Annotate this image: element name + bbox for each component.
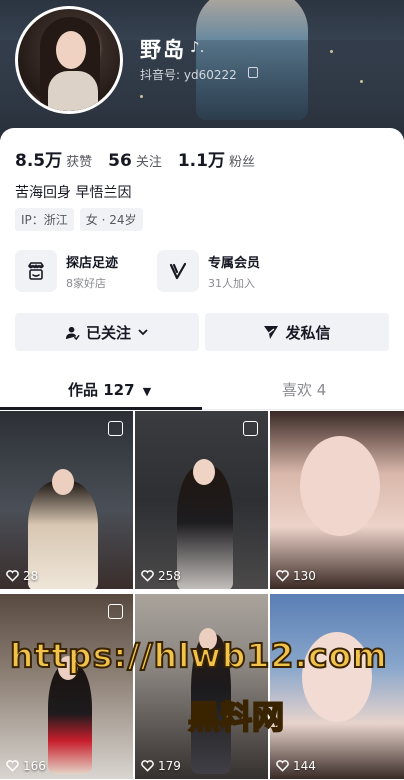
likes-label: 获赞 <box>66 155 93 170</box>
following-label: 关注 <box>135 155 162 170</box>
post-thumbnail[interactable]: 144 <box>270 594 404 779</box>
chevron-down-icon <box>137 326 149 338</box>
post-thumbnail[interactable]: 28 <box>0 411 133 589</box>
post-thumbnail[interactable]: 179 <box>135 594 268 779</box>
pinned-icon <box>108 421 123 436</box>
profile-stats: 8.5万 获赞 56 关注 1.1万 粉丝 <box>15 146 271 171</box>
like-count: 166 <box>6 759 46 773</box>
like-count: 28 <box>6 569 38 583</box>
avatar[interactable] <box>15 6 123 114</box>
nickname-mark: ♪. <box>190 38 205 56</box>
profile-tags: IP：浙江 女 · 24岁 <box>15 208 143 231</box>
pinned-icon <box>243 421 258 436</box>
post-thumbnail[interactable]: 166 <box>0 594 133 779</box>
ip-tag: IP：浙江 <box>15 208 74 231</box>
followers-count[interactable]: 1.1万 <box>178 146 225 171</box>
tab-works[interactable]: 作品 127 ▼ <box>68 379 151 400</box>
post-thumbnail[interactable]: 258 <box>135 411 268 589</box>
heart-icon <box>6 760 19 772</box>
heart-icon <box>141 570 154 582</box>
banner-light <box>140 95 143 98</box>
user-check-icon <box>65 325 80 340</box>
bio: 苦海回身 早悟兰因 <box>15 185 132 201</box>
nickname: 野岛 <box>140 38 186 62</box>
followed-button[interactable]: 已关注 <box>15 313 199 351</box>
tab-works-label: 作品 127 <box>68 381 135 399</box>
avatar-face <box>56 31 86 69</box>
vip-v-icon <box>157 250 199 292</box>
heart-icon <box>6 570 19 582</box>
content-tabs: 作品 127 ▼ 喜欢 4 <box>0 372 404 410</box>
watermark-text: 黑料网 <box>187 697 285 737</box>
feature-membership-title: 专属会员 <box>208 255 261 271</box>
like-count: 258 <box>141 569 181 583</box>
feature-membership[interactable]: 专属会员 31人加入 <box>157 250 260 292</box>
like-count: 144 <box>276 759 316 773</box>
banner-light <box>330 50 333 53</box>
post-face <box>300 436 380 536</box>
followed-label: 已关注 <box>85 323 131 342</box>
like-count: 179 <box>141 759 181 773</box>
feature-shop-visits[interactable]: 探店足迹 8家好店 <box>15 250 118 292</box>
send-message-button[interactable]: 发私信 <box>205 313 389 351</box>
like-count: 130 <box>276 569 316 583</box>
post-face <box>193 459 215 485</box>
following-count[interactable]: 56 <box>108 151 132 171</box>
banner-light <box>360 80 363 83</box>
followers-label: 粉丝 <box>228 155 255 170</box>
send-icon <box>263 324 279 340</box>
gender-age-tag: 女 · 24岁 <box>79 208 143 231</box>
feature-shop-subtitle: 8家好店 <box>66 276 106 290</box>
feature-membership-subtitle: 31人加入 <box>208 276 255 290</box>
feature-shop-title: 探店足迹 <box>66 255 119 271</box>
heart-icon <box>276 760 289 772</box>
post-figure <box>48 664 92 774</box>
watermark-url: https://hlwb12.com <box>9 635 388 676</box>
caret-down-icon: ▼ <box>142 385 152 398</box>
active-tab-underline <box>0 407 202 410</box>
shop-icon <box>15 250 57 292</box>
heart-icon <box>141 760 154 772</box>
post-thumbnail[interactable]: 130 <box>270 411 404 589</box>
copy-icon[interactable] <box>248 67 258 78</box>
heart-icon <box>276 570 289 582</box>
avatar-body <box>48 71 98 111</box>
douyin-id: 抖音号: yd60222 <box>140 68 237 82</box>
tab-likes[interactable]: 喜欢 4 <box>282 379 326 400</box>
post-face <box>52 469 74 495</box>
likes-count[interactable]: 8.5万 <box>15 146 62 171</box>
send-message-label: 发私信 <box>285 323 331 342</box>
post-figure <box>28 481 98 589</box>
pinned-icon <box>108 604 123 619</box>
